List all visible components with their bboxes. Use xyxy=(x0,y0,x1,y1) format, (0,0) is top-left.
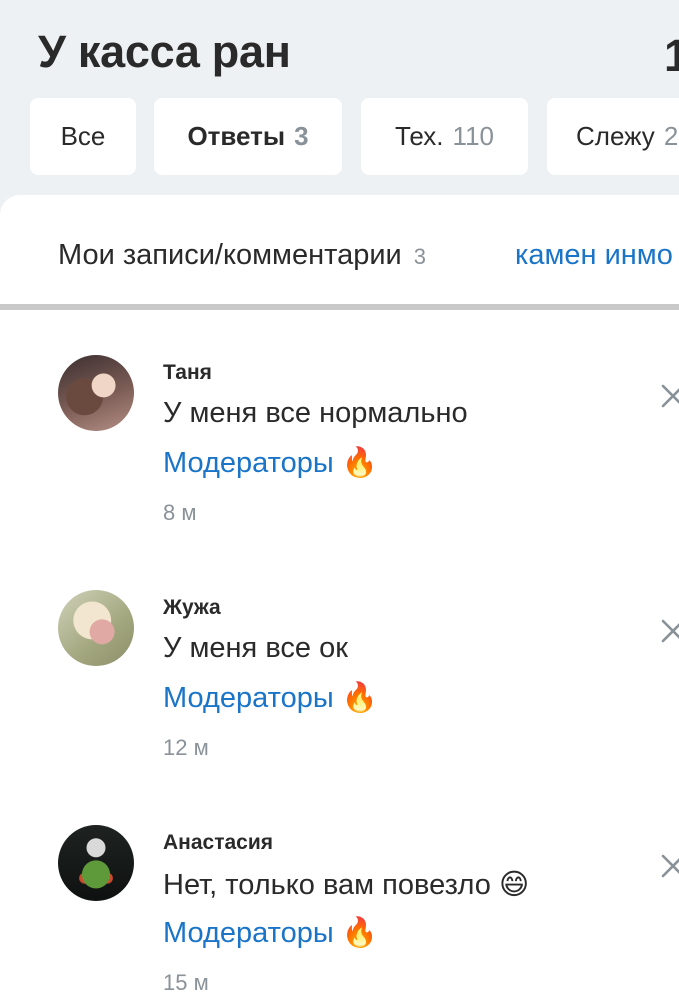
list-item[interactable]: Анастасия Нет, только вам повезло 😄 Моде… xyxy=(0,825,679,1000)
author-name[interactable]: Анастасия xyxy=(163,831,273,855)
header-action[interactable]: 1 xyxy=(664,30,679,80)
fire-icon: 🔥 xyxy=(341,680,378,714)
tab-following[interactable]: Слежу 2 xyxy=(547,98,679,175)
tab-count: 2 xyxy=(663,121,679,151)
list-item[interactable]: Таня У меня все нормально Модераторы 🔥 8… xyxy=(0,355,679,555)
group-link[interactable]: Модераторы 🔥 xyxy=(163,915,378,950)
close-icon[interactable] xyxy=(658,616,679,646)
subtab-my-posts[interactable]: Мои записи/комментарии 3 xyxy=(58,239,426,272)
page-title: У касса ран xyxy=(38,26,291,77)
fire-icon: 🔥 xyxy=(341,445,378,479)
comment-text: У меня все ок xyxy=(163,632,348,664)
tab-count: 3 xyxy=(294,121,309,151)
subtabs: Мои записи/комментарии 3 камен инмо xyxy=(0,195,679,310)
tab-count: 110 xyxy=(452,121,494,151)
author-name[interactable]: Таня xyxy=(163,361,212,385)
fire-icon: 🔥 xyxy=(341,915,378,949)
subtab-group-link[interactable]: камен инмо xyxy=(515,239,673,272)
close-icon[interactable] xyxy=(658,381,679,411)
comment-text: У меня все нормально xyxy=(163,397,468,429)
group-link[interactable]: Модераторы 🔥 xyxy=(163,445,378,480)
notifications-card: Мои записи/комментарии 3 камен инмо Таня … xyxy=(0,195,679,1000)
list-item[interactable]: Жужа У меня все ок Модераторы 🔥 12 м xyxy=(0,590,679,790)
timestamp: 15 м xyxy=(163,970,209,995)
filter-tabs: Все Ответы 3 Тех. 110 Слежу 2 xyxy=(0,98,679,175)
author-name[interactable]: Жужа xyxy=(163,596,221,620)
tab-replies[interactable]: Ответы 3 xyxy=(154,98,342,175)
avatar[interactable] xyxy=(58,355,134,431)
tab-all[interactable]: Все xyxy=(30,98,136,175)
avatar[interactable] xyxy=(58,825,134,901)
timestamp: 12 м xyxy=(163,735,209,760)
comment-text: Нет, только вам повезло 😄 xyxy=(163,869,530,901)
group-link[interactable]: Модераторы 🔥 xyxy=(163,680,378,715)
avatar[interactable] xyxy=(58,590,134,666)
close-icon[interactable] xyxy=(658,851,679,881)
notifications-screen: У касса ран 1 Все Ответы 3 Тех. 110 Слеж… xyxy=(0,0,679,1000)
timestamp: 8 м xyxy=(163,500,197,525)
tab-tech[interactable]: Тех. 110 xyxy=(361,98,528,175)
header: У касса ран 1 Все Ответы 3 Тех. 110 Слеж… xyxy=(0,0,679,195)
subtab-count: 3 xyxy=(413,244,426,269)
